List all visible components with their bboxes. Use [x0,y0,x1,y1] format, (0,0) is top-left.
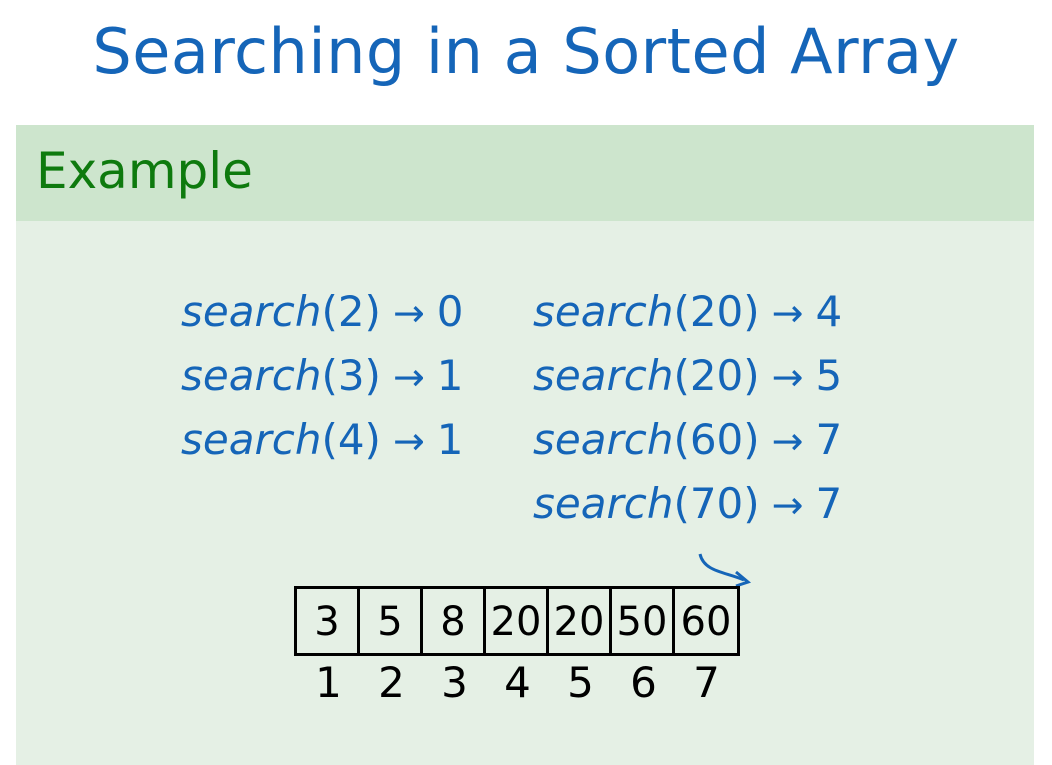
array-index: 1 [315,658,342,707]
arrow-icon: → [392,291,425,335]
query-row: search(60) → 7 [533,408,842,472]
query-row: search(3) → 1 [181,344,464,408]
example-block: Example search(2) → 0 search(3) → 1 search(4… [16,125,1034,765]
arrow-icon: → [771,291,804,335]
query-arg: (20) [673,287,760,336]
query-row: search(20) → 5 [533,344,842,408]
query-row: search(70) → 7 [533,472,842,536]
arrow-icon: → [392,355,425,399]
query-function: search [533,287,674,336]
query-result: 1 [436,415,464,464]
arrow-icon: → [771,483,804,527]
array-cell: 50 [612,589,675,653]
query-arg: (20) [673,351,760,400]
query-arg: (60) [673,415,760,464]
array-cell: 5 [360,589,423,653]
query-result: 7 [815,415,843,464]
array-cell: 20 [549,589,612,653]
query-arg: (70) [673,479,760,528]
array-cell: 3 [297,589,360,653]
array-cell: 20 [486,589,549,653]
array-index: 5 [567,658,594,707]
arrow-icon: → [771,355,804,399]
query-arg: (4) [321,415,381,464]
query-row: search(4) → 1 [181,408,464,472]
query-function: search [533,415,674,464]
query-function: search [533,351,674,400]
array-index: 6 [630,658,657,707]
arrow-icon: → [392,419,425,463]
query-result: 4 [815,287,843,336]
query-row: search(20) → 4 [533,280,842,344]
query-arg: (2) [321,287,381,336]
array-cell: 60 [680,599,732,645]
query-result: 5 [815,351,843,400]
query-function: search [181,351,322,400]
query-row: search(2) → 0 [181,280,464,344]
query-function: search [181,287,322,336]
array-index: 3 [441,658,468,707]
array-indices: 1 2 3 4 5 6 7 [297,653,738,713]
query-function: search [181,415,322,464]
query-arg: (3) [321,351,381,400]
query-function: search [533,479,674,528]
query-result: 0 [436,287,464,336]
sorted-array: 3 5 8 20 20 50 60 [294,586,740,656]
array-cell: 8 [423,589,486,653]
array-index: 4 [504,658,531,707]
query-result: 7 [815,479,843,528]
array-index: 2 [378,658,405,707]
slide-title: Searching in a Sorted Array [92,15,960,88]
array-index: 7 [693,658,720,707]
insertion-pointer-arrow-icon [698,553,752,588]
arrow-icon: → [771,419,804,463]
example-header: Example [16,125,1034,221]
query-result: 1 [436,351,464,400]
